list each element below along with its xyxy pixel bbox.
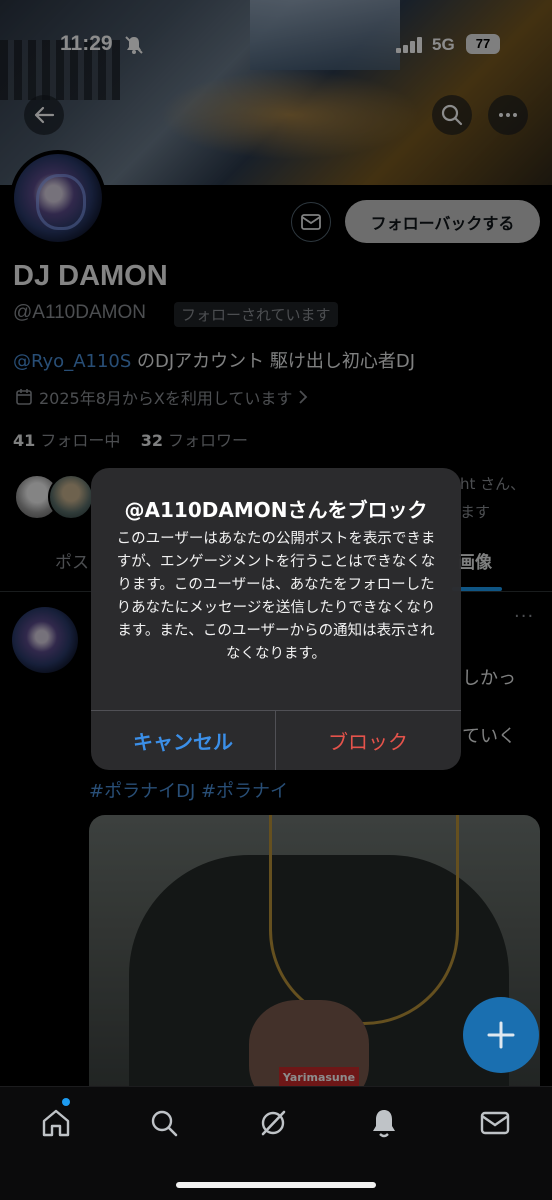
dialog-message: このユーザーはあなたの公開ポストを表示できますが、エンゲージメントを行うことはで… (116, 531, 436, 662)
search-icon (151, 1110, 178, 1137)
home-notification-dot (62, 1098, 70, 1106)
block-button[interactable]: ブロック (276, 710, 460, 770)
home-indicator[interactable] (176, 1182, 376, 1188)
plus-icon (487, 1021, 515, 1049)
home-icon (42, 1109, 70, 1137)
compose-post-button[interactable] (463, 997, 539, 1073)
tab-explore[interactable] (146, 1105, 182, 1141)
mail-icon (480, 1111, 510, 1135)
tab-messages[interactable] (477, 1105, 513, 1141)
bell-icon (373, 1110, 395, 1138)
tab-notifications[interactable] (366, 1105, 402, 1141)
grok-icon (261, 1110, 286, 1136)
dialog-title: @A110DAMONさんをブロック (124, 498, 428, 522)
block-confirmation-dialog: @A110DAMONさんをブロック このユーザーはあなたの公開ポストを表示できま… (91, 468, 461, 770)
tab-grok[interactable] (255, 1105, 291, 1141)
tab-home[interactable] (38, 1105, 74, 1141)
cancel-button[interactable]: キャンセル (91, 710, 275, 770)
